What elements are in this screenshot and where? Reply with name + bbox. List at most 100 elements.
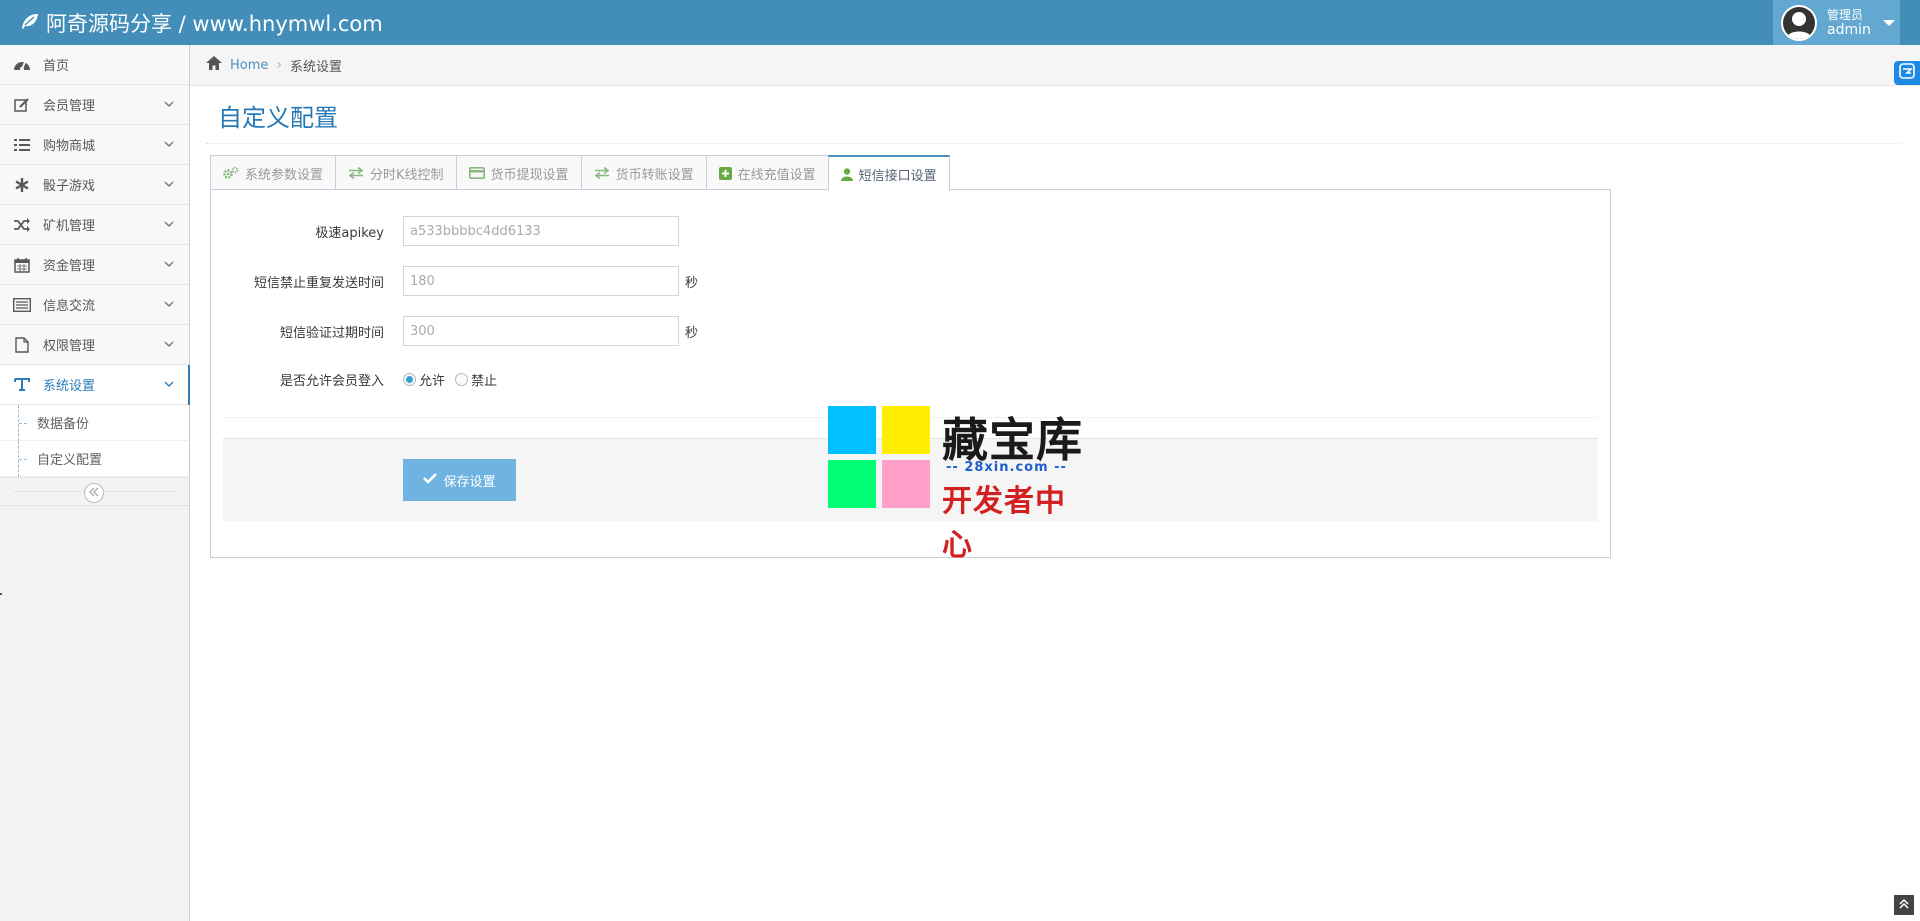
sidebar-item-label: 资金管理	[43, 259, 96, 274]
sidebar-item-label: 权限管理	[43, 339, 96, 354]
stray-dot	[0, 593, 2, 595]
watermark-square-pink	[882, 460, 930, 508]
tab-label: 系统参数设置	[245, 167, 324, 183]
member-login-label: 是否允许会员登入	[279, 374, 384, 389]
scroll-top-button[interactable]	[1894, 895, 1914, 915]
shuffle-icon	[12, 215, 32, 235]
radio-unchecked-icon	[455, 373, 469, 386]
deny-radio[interactable]: 禁止	[455, 370, 497, 389]
chevron-down-icon	[163, 218, 175, 234]
sidebar-collapse-bar	[0, 478, 189, 506]
exchange-icon	[348, 167, 364, 179]
allow-label: 允许	[419, 374, 446, 389]
sidebar-item-members[interactable]: 会员管理	[0, 85, 189, 125]
watermark-square-yellow	[882, 406, 930, 454]
dashboard-icon	[12, 55, 32, 75]
leaf-icon	[20, 11, 46, 35]
save-button-label: 保存设置	[443, 474, 496, 490]
brand[interactable]: 阿奇源码分享 / www.hnymwl.com	[20, 0, 383, 45]
form-row-expire-time: 短信验证过期时间 秒	[211, 316, 1611, 346]
sidebar-item-system-settings[interactable]: 系统设置	[0, 365, 190, 405]
sidebar-item-label: 骰子游戏	[43, 179, 96, 194]
expire-unit: 秒	[685, 326, 699, 341]
page-title: 自定义配置	[218, 104, 338, 132]
sidebar-item-label: 会员管理	[43, 99, 96, 114]
apikey-label: 极速apikey	[315, 226, 384, 241]
caret-down-icon	[1882, 19, 1895, 26]
sidebar-item-permissions[interactable]: 权限管理	[0, 325, 189, 365]
chevron-down-icon	[163, 378, 175, 394]
tab-label: 货币提现设置	[490, 167, 569, 183]
tab-sms-settings[interactable]: 短信接口设置	[827, 155, 950, 191]
top-navbar: 阿奇源码分享 / www.hnymwl.com 管理员 admin	[0, 0, 1920, 45]
tab-transfer-settings[interactable]: 货币转账设置	[580, 155, 707, 190]
asterisk-icon	[12, 175, 32, 195]
watermark-subtitle: 开发者中心	[942, 484, 1066, 563]
expire-time-input[interactable]	[403, 316, 679, 346]
sidebar-subitem-custom-config[interactable]: 自定义配置	[0, 441, 189, 477]
allow-radio[interactable]: 允许	[403, 370, 445, 389]
chevron-down-icon	[163, 98, 175, 114]
breadcrumb-current: 系统设置	[290, 59, 343, 75]
list-icon	[12, 135, 32, 155]
translate-icon	[1899, 63, 1915, 83]
brand-title: 阿奇源码分享 / www.hnymwl.com	[46, 11, 383, 36]
chevron-down-icon	[163, 258, 175, 274]
chevron-down-icon	[163, 338, 175, 354]
sidebar-item-dice-game[interactable]: 骰子游戏	[0, 165, 189, 205]
resend-interval-input[interactable]	[403, 266, 679, 296]
sidebar-item-messages[interactable]: 信息交流	[0, 285, 189, 325]
radio-checked-icon	[403, 373, 416, 386]
apikey-input[interactable]	[403, 216, 679, 246]
sidebar-item-miner[interactable]: 矿机管理	[0, 205, 189, 245]
resend-interval-label: 短信禁止重复发送时间	[253, 276, 384, 291]
system-settings-submenu: 数据备份 自定义配置	[0, 405, 189, 478]
tab-label: 在线充值设置	[737, 167, 816, 183]
user-role: 管理员	[1827, 7, 1864, 22]
resend-unit: 秒	[685, 276, 699, 291]
page-header: 自定义配置	[206, 86, 1900, 144]
user-info: 管理员 admin	[1827, 8, 1871, 38]
chevron-down-icon	[163, 298, 175, 314]
home-icon	[206, 56, 222, 74]
sidebar-item-home[interactable]: 首页	[0, 45, 189, 85]
form-row-member-login: 是否允许会员登入 允许 禁止	[211, 364, 1611, 394]
settings-tabs: 系统参数设置 分时K线控制 货币提现设置 货币转账设置 在线充值设置 短信接口设…	[210, 155, 950, 191]
breadcrumb: Home › 系统设置	[190, 45, 1920, 86]
sidebar-item-label: 信息交流	[43, 299, 96, 314]
calendar-icon	[12, 255, 32, 275]
check-icon	[423, 472, 443, 488]
watermark-square-green	[828, 460, 876, 508]
sidebar-item-funds[interactable]: 资金管理	[0, 245, 189, 285]
list-alt-icon	[12, 295, 32, 315]
watermark-square-blue	[828, 406, 876, 454]
sidebar-item-shop[interactable]: 购物商城	[0, 125, 189, 165]
watermark-logo: 藏宝库 -- 28xin.com -- 开发者中心	[828, 406, 1094, 563]
breadcrumb-home-link[interactable]: Home	[230, 58, 268, 73]
tab-system-params[interactable]: 系统参数设置	[210, 155, 337, 190]
collapse-sidebar-button[interactable]	[84, 483, 104, 503]
sidebar-item-label: 系统设置	[43, 379, 96, 394]
double-chevron-left-icon	[88, 485, 100, 501]
chevron-down-icon	[163, 138, 175, 154]
watermark-url: -- 28xin.com --	[946, 460, 1067, 475]
sidebar: 首页 会员管理 购物商城 骰子游戏 矿机管理 资金管理 信息交流 权限管理 系统…	[0, 45, 190, 921]
chevron-down-icon	[163, 178, 175, 194]
save-settings-button[interactable]: 保存设置	[403, 459, 516, 501]
user-icon	[840, 167, 853, 181]
edit-icon	[12, 95, 32, 115]
double-chevron-up-icon	[1899, 897, 1909, 913]
tab-label: 分时K线控制	[370, 167, 444, 183]
member-login-radio-group: 允许 禁止	[403, 370, 507, 389]
deny-label: 禁止	[471, 374, 498, 389]
tab-recharge-settings[interactable]: 在线充值设置	[705, 155, 829, 190]
floating-widget-button[interactable]	[1894, 61, 1920, 85]
sidebar-item-label: 矿机管理	[43, 219, 96, 234]
sidebar-item-label: 购物商城	[43, 139, 96, 154]
user-menu[interactable]: 管理员 admin	[1773, 0, 1900, 45]
tab-kline-control[interactable]: 分时K线控制	[335, 155, 457, 190]
sidebar-subitem-data-backup[interactable]: 数据备份	[0, 405, 189, 441]
tab-withdraw-settings[interactable]: 货币提现设置	[455, 155, 582, 190]
exchange-icon	[594, 167, 610, 179]
text-width-icon	[12, 375, 32, 395]
